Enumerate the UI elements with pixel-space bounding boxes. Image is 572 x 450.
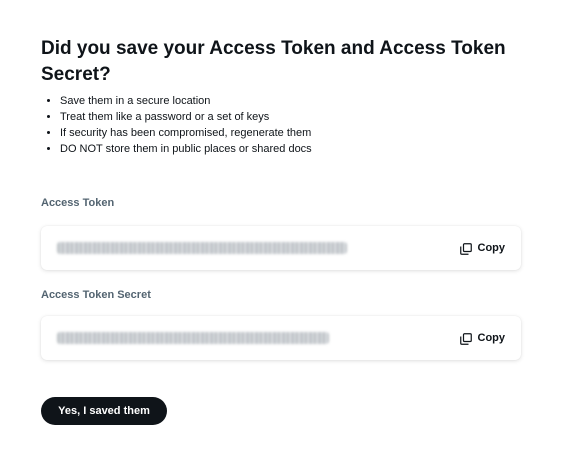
access-token-field: Copy [41, 226, 521, 270]
security-tips-list: Save them in a secure location Treat the… [41, 93, 540, 157]
access-token-value-blurred [57, 242, 347, 254]
copy-access-token-secret-button[interactable]: Copy [459, 329, 506, 347]
copy-label: Copy [477, 332, 506, 344]
list-item: Treat them like a password or a set of k… [60, 109, 540, 125]
copy-icon [459, 242, 472, 255]
copy-access-token-button[interactable]: Copy [459, 239, 506, 257]
page-title: Did you save your Access Token and Acces… [41, 38, 506, 85]
access-token-secret-value-blurred [57, 332, 329, 344]
copy-icon [459, 332, 472, 345]
access-token-secret-field: Copy [41, 316, 521, 360]
copy-label: Copy [477, 242, 506, 254]
confirm-saved-button[interactable]: Yes, I saved them [41, 397, 167, 425]
access-token-secret-label: Access Token Secret [41, 289, 151, 301]
list-item: If security has been compromised, regene… [60, 125, 540, 141]
list-item: Save them in a secure location [60, 93, 540, 109]
access-token-label: Access Token [41, 197, 115, 209]
list-item: DO NOT store them in public places or sh… [60, 141, 540, 157]
